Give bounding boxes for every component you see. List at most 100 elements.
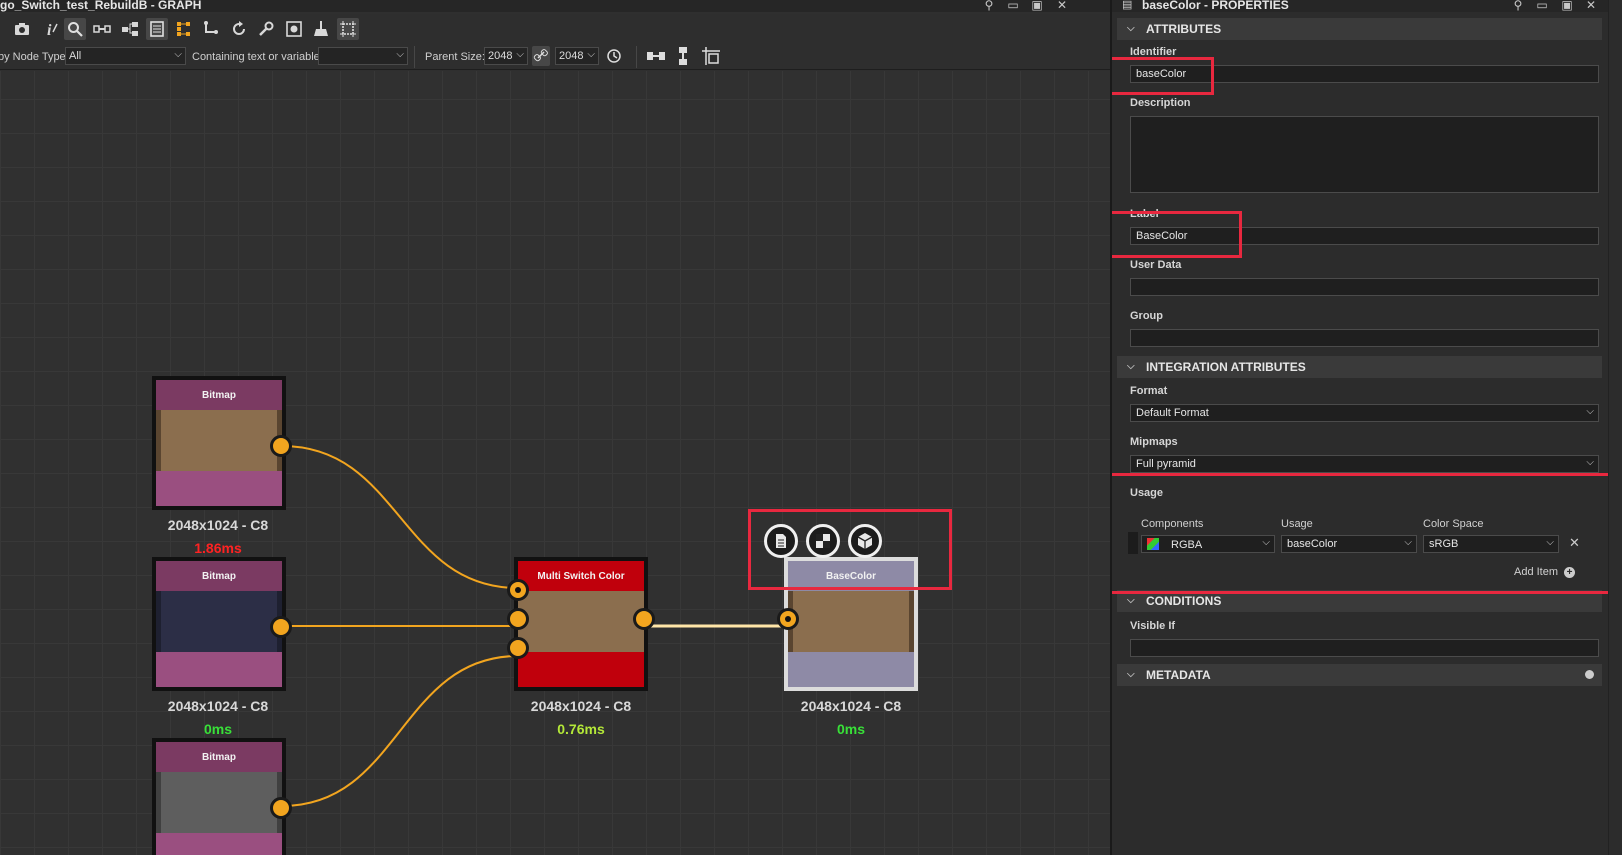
output-port[interactable]	[270, 797, 292, 819]
maximize-icon[interactable]: ▣	[1560, 0, 1574, 12]
properties-title: baseColor - PROPERTIES	[1142, 0, 1289, 12]
chevron-down-icon: ⌵	[516, 49, 524, 60]
section-metadata[interactable]: ⌵ METADATA	[1117, 664, 1602, 686]
node-header: Bitmap	[156, 561, 282, 591]
arrow-icon[interactable]	[0, 18, 4, 40]
connect-icon[interactable]	[200, 18, 222, 40]
properties-panel: ▤ baseColor - PROPERTIES ⚲ ▭ ▣ ✕ ⌵ ATTRIB…	[1110, 0, 1622, 855]
search-icon[interactable]	[64, 18, 86, 40]
node-preview	[156, 410, 282, 471]
bitmap-node-3[interactable]: Bitmap	[152, 738, 286, 855]
distribute-horizontal-icon[interactable]	[646, 47, 666, 65]
user-data-field[interactable]	[1130, 278, 1599, 296]
parent-size-height-select[interactable]: 2048 ⌵	[555, 47, 599, 65]
highlight-box	[1112, 473, 1613, 594]
description-field[interactable]	[1130, 116, 1599, 193]
output-port[interactable]	[633, 608, 655, 630]
snap-grid-icon[interactable]	[701, 46, 721, 66]
frame-icon[interactable]	[146, 18, 168, 40]
pin-icon[interactable]: ⚲	[1511, 0, 1525, 12]
visible-if-field[interactable]	[1130, 639, 1599, 657]
pin-icon[interactable]: ⚲	[982, 0, 996, 12]
node-label: 2048x1024 - C8	[530, 698, 632, 714]
visible-if-label: Visible If	[1130, 620, 1176, 632]
link-size-icon[interactable]	[532, 46, 550, 66]
node-preview	[518, 591, 644, 652]
graph-title-bar: go_Switch_test_RebuildB - GRAPH ⚲ ▭ ▣ ✕	[0, 0, 1110, 12]
camera-icon[interactable]	[11, 18, 33, 40]
close-icon[interactable]: ✕	[1584, 0, 1598, 12]
reset-size-icon[interactable]	[605, 47, 623, 65]
chevron-down-icon: ⌵	[587, 49, 595, 60]
mipmaps-select[interactable]: Full pyramid ⌵	[1130, 455, 1599, 473]
node-type-select[interactable]: All ⌵	[65, 47, 186, 65]
node-header: Bitmap	[156, 380, 282, 410]
graph-filter-bar: by Node Type All ⌵ Containing text or var…	[0, 44, 1110, 70]
svg-text:i: i	[47, 22, 52, 38]
close-icon[interactable]: ✕	[1055, 0, 1069, 12]
section-title: CONDITIONS	[1146, 594, 1222, 608]
refresh-icon[interactable]	[228, 18, 250, 40]
wrench-icon[interactable]	[255, 18, 277, 40]
input-port-3[interactable]	[507, 637, 529, 659]
node-footer	[156, 833, 282, 855]
graph-panel: go_Switch_test_RebuildB - GRAPH ⚲ ▭ ▣ ✕ …	[0, 0, 1110, 855]
output-port[interactable]	[270, 435, 292, 457]
chevron-down-icon: ⌵	[1127, 361, 1135, 372]
dock-icon[interactable]: ▭	[1535, 0, 1549, 12]
chevron-down-icon: ⌵	[1586, 406, 1594, 417]
bitmap-node-1[interactable]: Bitmap	[152, 376, 286, 510]
node-footer	[156, 652, 282, 687]
align-icon[interactable]	[173, 18, 195, 40]
user-data-label: User Data	[1130, 259, 1182, 271]
node-time: 1.86ms	[194, 540, 242, 556]
info-icon[interactable]: i	[40, 18, 62, 40]
output-port[interactable]	[270, 616, 292, 638]
description-label: Description	[1130, 97, 1191, 109]
node-preview	[156, 591, 282, 652]
input-port-1[interactable]	[507, 579, 529, 601]
node-time: 0ms	[203, 721, 233, 737]
broom-icon[interactable]	[310, 18, 332, 40]
parent-size-height-value: 2048	[559, 50, 584, 62]
node-label: 2048x1024 - C8	[167, 698, 269, 714]
format-label: Format	[1130, 385, 1168, 397]
parent-size-width-select[interactable]: 2048 ⌵	[484, 47, 528, 65]
chevron-down-icon: ⌵	[174, 49, 182, 60]
section-attributes[interactable]: ⌵ ATTRIBUTES	[1117, 18, 1602, 40]
maximize-icon[interactable]: ▣	[1030, 0, 1044, 12]
highlight-box	[1112, 211, 1242, 258]
chevron-down-icon: ⌵	[1127, 669, 1135, 680]
mipmaps-label: Mipmaps	[1130, 436, 1178, 448]
input-port-2[interactable]	[507, 608, 529, 630]
graph-canvas[interactable]: Bitmap 2048x1024 - C8 1.86ms Bitmap 2048…	[0, 71, 1110, 855]
scrollbar[interactable]	[1608, 0, 1622, 855]
connection-1	[281, 445, 519, 589]
graph-title: go_Switch_test_RebuildB - GRAPH	[0, 0, 202, 12]
bitmap-node-2[interactable]: Bitmap	[152, 557, 286, 691]
node-type-value: All	[69, 50, 82, 62]
link-icon[interactable]	[91, 18, 113, 40]
hierarchy-icon[interactable]	[119, 18, 141, 40]
mipmaps-value: Full pyramid	[1136, 458, 1196, 470]
group-label: Group	[1130, 310, 1163, 322]
document-icon: ▤	[1122, 0, 1133, 11]
multi-switch-color-node[interactable]: Multi Switch Color	[514, 557, 648, 691]
chevron-down-icon: ⌵	[396, 49, 404, 60]
node-preview	[156, 772, 282, 833]
parent-size-label: Parent Size:	[425, 51, 485, 63]
node-label: 2048x1024 - C8	[167, 517, 269, 533]
containing-select[interactable]: ⌵	[318, 47, 408, 65]
node-label: 2048x1024 - C8	[800, 698, 902, 714]
node-footer	[156, 471, 282, 506]
crop-icon[interactable]	[337, 18, 359, 40]
group-field[interactable]	[1130, 329, 1599, 347]
dock-icon[interactable]: ▭	[1006, 0, 1020, 12]
input-port[interactable]	[777, 608, 799, 630]
distribute-vertical-icon[interactable]	[675, 46, 691, 66]
node-time: 0ms	[836, 721, 866, 737]
add-metadata-icon[interactable]	[1585, 670, 1594, 679]
format-select[interactable]: Default Format ⌵	[1130, 404, 1599, 422]
section-integration-attributes[interactable]: ⌵ INTEGRATION ATTRIBUTES	[1117, 356, 1602, 378]
snapshot-icon[interactable]	[283, 18, 305, 40]
